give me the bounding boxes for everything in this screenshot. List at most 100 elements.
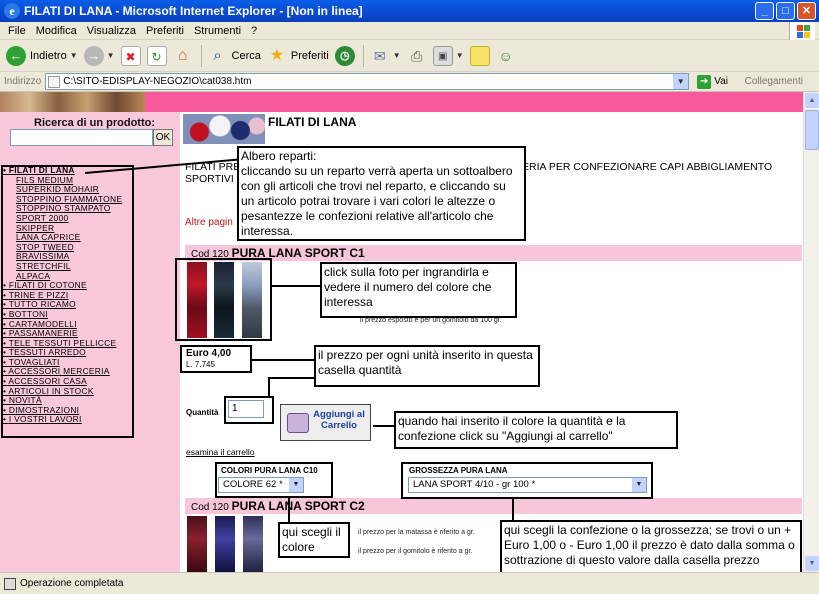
connector-line xyxy=(272,285,320,287)
quantity-highlight xyxy=(224,396,274,424)
scroll-down-icon[interactable]: ▼ xyxy=(805,556,819,571)
note-icon xyxy=(469,45,490,66)
history-icon: ◷ xyxy=(334,45,355,66)
mail-button[interactable]: ✉ ▼ xyxy=(370,43,401,69)
close-button[interactable]: ✕ xyxy=(797,2,816,20)
forward-arrow-icon: → xyxy=(83,45,104,66)
callout-color: qui scegli il colore xyxy=(278,522,350,558)
address-input[interactable]: C:\SITO-EDISPLAY-NEGOZIO\cat038.htm ▼ xyxy=(45,73,690,90)
product-search-input[interactable] xyxy=(10,129,153,146)
menu-modifica[interactable]: Modifica xyxy=(36,25,77,37)
stop-button[interactable]: ✖ xyxy=(120,43,141,69)
yarn-header-image xyxy=(183,114,265,144)
vertical-scrollbar[interactable]: ▲ ▼ xyxy=(803,92,819,572)
chevron-down-icon: ▼ xyxy=(106,51,115,60)
toolbar-separator xyxy=(362,44,364,67)
menu-bar: File Modifica Visualizza Preferiti Strum… xyxy=(0,22,819,40)
size-select-highlight xyxy=(401,462,653,499)
scroll-thumb[interactable] xyxy=(805,110,819,150)
price-note: il prezzo esposto è per un gomitolo da 1… xyxy=(360,317,502,324)
cart-icon xyxy=(287,413,309,433)
callout-photo: click sulla foto per ingrandirla e veder… xyxy=(320,262,517,318)
address-label: Indirizzo xyxy=(4,76,42,87)
status-text: Operazione completata xyxy=(20,578,124,589)
color-swatch[interactable] xyxy=(243,516,263,572)
color-swatch[interactable] xyxy=(187,516,207,572)
photo-highlight xyxy=(175,258,272,341)
menu-file[interactable]: File xyxy=(8,25,26,37)
maximize-button[interactable]: □ xyxy=(776,2,795,20)
go-arrow-icon: ➔ xyxy=(697,74,712,89)
nav-highlight xyxy=(1,165,134,438)
connector-line xyxy=(512,499,514,521)
history-button[interactable]: ◷ xyxy=(334,43,355,69)
menu-strumenti[interactable]: Strumenti xyxy=(194,25,241,37)
notes-button[interactable] xyxy=(469,43,490,69)
forward-button[interactable]: → ▼ xyxy=(83,43,115,69)
callout-department-tree: Albero reparti: cliccando su un reparto v… xyxy=(237,146,526,241)
address-url: C:\SITO-EDISPLAY-NEGOZIO\cat038.htm xyxy=(63,76,252,87)
chevron-down-icon: ▼ xyxy=(69,51,78,60)
stop-icon: ✖ xyxy=(120,45,141,66)
menu-preferiti[interactable]: Preferiti xyxy=(146,25,184,37)
search-icon: ⌕ xyxy=(213,46,222,64)
messenger-button[interactable]: ☺ xyxy=(496,43,516,69)
edit-button[interactable]: ▣ ▼ xyxy=(432,43,464,69)
chevron-down-icon: ▼ xyxy=(455,51,464,60)
search-button[interactable]: ⌕ Cerca xyxy=(208,43,261,69)
go-button[interactable]: ➔ Vai xyxy=(697,74,728,89)
home-icon: ⌂ xyxy=(177,46,188,64)
scroll-up-icon[interactable]: ▲ xyxy=(805,93,819,108)
connector-line xyxy=(252,359,316,361)
chevron-down-icon: ▼ xyxy=(392,51,401,60)
toolbar: ← Indietro ▼ → ▼ ✖ ↻ ⌂ ⌕ Cerca ★ Preferi… xyxy=(0,40,819,72)
window-title: FILATI DI LANA - Microsoft Internet Expl… xyxy=(24,4,363,18)
print-button[interactable]: ⎙ xyxy=(407,43,427,69)
menu-visualizza[interactable]: Visualizza xyxy=(87,25,136,37)
quantity-label: Quantità xyxy=(186,408,219,417)
edit-icon: ▣ xyxy=(432,45,453,66)
windows-flag-icon xyxy=(789,22,815,40)
mail-icon: ✉ xyxy=(373,47,386,64)
status-bar: Operazione completata xyxy=(0,572,819,594)
ie-icon: e xyxy=(4,3,20,19)
page-status-icon xyxy=(4,577,16,590)
product-header-c1: Cod 120 PURA LANA SPORT C1 xyxy=(185,245,802,261)
refresh-button[interactable]: ↻ xyxy=(146,43,167,69)
color-swatch[interactable] xyxy=(215,516,235,572)
title-bar: e FILATI DI LANA - Microsoft Internet Ex… xyxy=(0,0,819,22)
page-icon xyxy=(48,75,61,88)
connector-line xyxy=(288,498,290,523)
menu-help[interactable]: ? xyxy=(251,25,257,37)
messenger-icon: ☺ xyxy=(498,47,513,64)
connector-line xyxy=(268,377,316,379)
toolbar-separator xyxy=(200,44,202,67)
search-ok-button[interactable]: OK xyxy=(153,129,173,146)
other-pages-link[interactable]: Altre pagin xyxy=(185,217,233,228)
chevron-down-icon[interactable]: ▼ xyxy=(673,74,689,89)
connector-line xyxy=(373,425,394,427)
links-button[interactable]: Collegamenti xyxy=(745,76,803,87)
home-button[interactable]: ⌂ xyxy=(173,43,193,69)
print-icon: ⎙ xyxy=(411,47,423,64)
refresh-icon: ↻ xyxy=(146,45,167,66)
price-highlight xyxy=(180,345,252,373)
minimize-button[interactable]: _ xyxy=(755,2,774,20)
header-photo xyxy=(0,92,145,112)
product-name-c2: PURA LANA SPORT C2 xyxy=(231,499,365,513)
product-header-c2: Cod 120 PURA LANA SPORT C2 xyxy=(185,498,802,514)
back-arrow-icon: ← xyxy=(6,45,26,66)
color-select-highlight xyxy=(215,462,333,498)
page-title: FILATI DI LANA xyxy=(268,115,357,129)
price-note: il prezzo per la matassa è riferito a gr… xyxy=(358,529,475,536)
address-bar: Indirizzo C:\SITO-EDISPLAY-NEGOZIO\cat03… xyxy=(0,72,819,92)
back-button[interactable]: ← Indietro ▼ xyxy=(6,43,78,69)
connector-line xyxy=(268,377,270,398)
favorites-button[interactable]: ★ Preferiti xyxy=(267,43,329,69)
price-note: il prezzo per il gomitolo è riferito a g… xyxy=(358,548,473,555)
callout-cart: quando hai inserito il colore la quantit… xyxy=(394,411,678,449)
callout-price: il prezzo per ogni unità inserito in que… xyxy=(314,345,540,387)
view-cart-link[interactable]: esamina il carrello xyxy=(186,447,255,457)
add-to-cart-button[interactable]: Aggiungi al Carrello xyxy=(280,404,371,441)
star-icon: ★ xyxy=(269,46,285,64)
